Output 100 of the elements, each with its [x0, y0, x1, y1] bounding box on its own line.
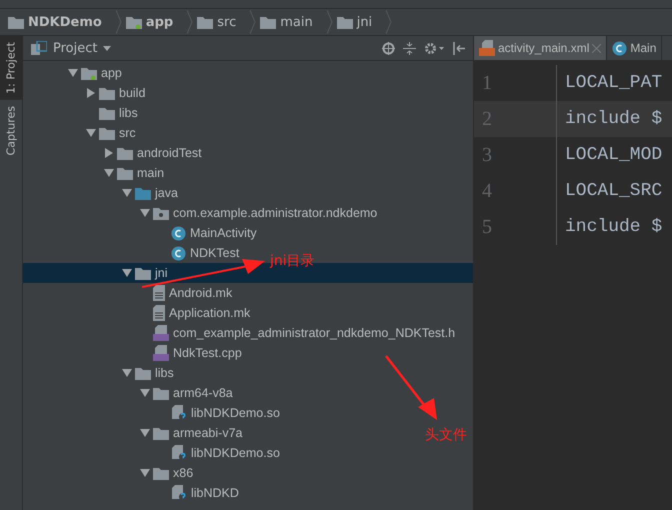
- tree-row[interactable]: NdkTest.cpp: [23, 343, 246, 363]
- tree-row[interactable]: androidTest: [23, 143, 206, 163]
- unknown-file-icon: [171, 485, 187, 501]
- folder-icon: [117, 146, 133, 160]
- text-file-icon: [153, 305, 165, 321]
- tree-row[interactable]: libNDKD: [23, 483, 243, 503]
- folder-icon: [153, 466, 169, 480]
- code-text: include $: [557, 101, 672, 137]
- folder-icon: [135, 366, 151, 380]
- collapse-arrow-icon[interactable]: [104, 168, 114, 178]
- collapse-arrow-icon[interactable]: [122, 268, 132, 278]
- breadcrumb-separator-icon: [116, 10, 122, 34]
- folder-icon: [260, 16, 276, 28]
- expand-arrow-icon[interactable]: [104, 148, 114, 158]
- breadcrumb-separator-icon: [187, 10, 194, 34]
- annotation-arrow: [384, 354, 440, 422]
- tree-item-label: java: [155, 186, 178, 200]
- unknown-file-icon: [171, 405, 187, 421]
- tree-item-label: x86: [173, 466, 194, 480]
- tree-row[interactable]: com.example.administrator.ndkdemo: [23, 203, 382, 223]
- editor-tab-label: Main: [630, 41, 656, 55]
- tree-item-label: libNDKDemo.so: [191, 406, 280, 420]
- tree-item-label: libNDKD: [191, 486, 239, 500]
- folder-icon: [99, 126, 115, 140]
- breadcrumb-item[interactable]: jni: [356, 14, 372, 30]
- tree-row[interactable]: x86: [23, 463, 198, 483]
- tree-row[interactable]: com_example_administrator_ndkdemo_NDKTest.h: [23, 323, 460, 343]
- tree-row[interactable]: Android.mk: [23, 283, 236, 303]
- class-icon: [171, 226, 186, 240]
- tree-row[interactable]: java: [23, 183, 182, 203]
- tree-item-label: libs: [155, 366, 174, 380]
- editor-tab-label: activity_main.xml: [498, 41, 590, 55]
- tree-row[interactable]: arm64-v8a: [23, 383, 237, 403]
- tree-row[interactable]: build: [23, 83, 150, 103]
- folder-icon: [117, 166, 133, 180]
- panel-title[interactable]: Project: [53, 40, 98, 56]
- tree-row[interactable]: libs: [23, 103, 142, 123]
- folder-icon: [99, 86, 115, 100]
- tree-item-label: NdkTest.cpp: [173, 346, 242, 360]
- tree-row[interactable]: src: [23, 123, 140, 143]
- collapse-arrow-icon[interactable]: [68, 68, 78, 78]
- tree-row[interactable]: libNDKDemo.so: [23, 403, 284, 423]
- collapse-arrow-icon[interactable]: [140, 208, 150, 218]
- expand-arrow-icon[interactable]: [86, 88, 96, 98]
- tree-item-label: app: [101, 66, 122, 80]
- tree-item-label: jni: [155, 266, 168, 280]
- settings-icon[interactable]: [424, 42, 444, 54]
- collapse-arrow-icon[interactable]: [140, 428, 150, 438]
- tree-row[interactable]: main: [23, 163, 168, 183]
- breadcrumb-item[interactable]: main: [280, 14, 313, 30]
- class-icon: [171, 246, 186, 260]
- breadcrumb-item[interactable]: src: [217, 14, 236, 30]
- folder-icon: [135, 266, 151, 280]
- folder-icon: [153, 426, 169, 440]
- breadcrumb-separator-icon: [386, 10, 392, 34]
- tree-row[interactable]: Application.mk: [23, 303, 254, 323]
- tree-item-label: Android.mk: [169, 286, 232, 300]
- breadcrumb-item[interactable]: NDKDemo: [28, 14, 102, 30]
- collapse-arrow-icon[interactable]: [122, 188, 132, 198]
- side-tool-tab[interactable]: 1: Project: [0, 36, 22, 100]
- tree-row[interactable]: armeabi-v7a: [23, 423, 246, 443]
- module-folder-icon: [126, 16, 142, 28]
- project-view-icon: [31, 41, 47, 55]
- hide-panel-icon[interactable]: [452, 42, 465, 54]
- breadcrumb-item[interactable]: app: [146, 14, 174, 30]
- tree-item-label: androidTest: [137, 146, 202, 160]
- tree-row[interactable]: app: [23, 63, 126, 83]
- collapse-arrow-icon[interactable]: [140, 388, 150, 398]
- folder-icon: [153, 386, 169, 400]
- breadcrumb-separator-icon: [250, 10, 256, 34]
- dropdown-caret-icon[interactable]: [103, 46, 112, 50]
- tree-row[interactable]: NDKTest: [23, 243, 244, 263]
- tree-item-label: com_example_administrator_ndkdemo_NDKTest.h: [173, 326, 456, 340]
- tree-item-label: NDKTest: [190, 246, 240, 260]
- unknown-file-icon: [171, 445, 187, 461]
- source-folder-icon: [135, 186, 151, 200]
- tree-item-label: libs: [119, 106, 138, 120]
- side-tool-tab[interactable]: Captures: [0, 100, 22, 162]
- project-folder-icon: [8, 16, 24, 28]
- collapse-arrow-icon[interactable]: [86, 128, 96, 138]
- collapse-arrow-icon[interactable]: [140, 468, 150, 478]
- tree-row[interactable]: libNDKDemo.so: [23, 443, 284, 463]
- tree-item-label: armeabi-v7a: [173, 426, 242, 440]
- annotation-label: 头文件: [425, 426, 467, 444]
- tree-row[interactable]: libs: [23, 363, 178, 383]
- tree-item-label: arm64-v8a: [173, 386, 233, 400]
- collapse-arrow-icon[interactable]: [122, 368, 132, 378]
- tree-item-label: main: [137, 166, 164, 180]
- tree-item-label: src: [119, 126, 136, 140]
- tree-row[interactable]: MainActivity: [23, 223, 261, 243]
- tree-item-label: com.example.administrator.ndkdemo: [173, 206, 378, 220]
- cpp-file-icon: [153, 325, 169, 341]
- class-icon: [612, 40, 628, 56]
- package-folder-icon: [153, 206, 169, 220]
- text-file-icon: [153, 285, 165, 301]
- collapse-all-icon[interactable]: [403, 42, 416, 54]
- cpp-file-icon: [153, 345, 169, 361]
- locate-icon[interactable]: [382, 42, 395, 54]
- folder-icon: [99, 106, 115, 120]
- editor-tab[interactable]: activity_main.xml: [474, 36, 608, 60]
